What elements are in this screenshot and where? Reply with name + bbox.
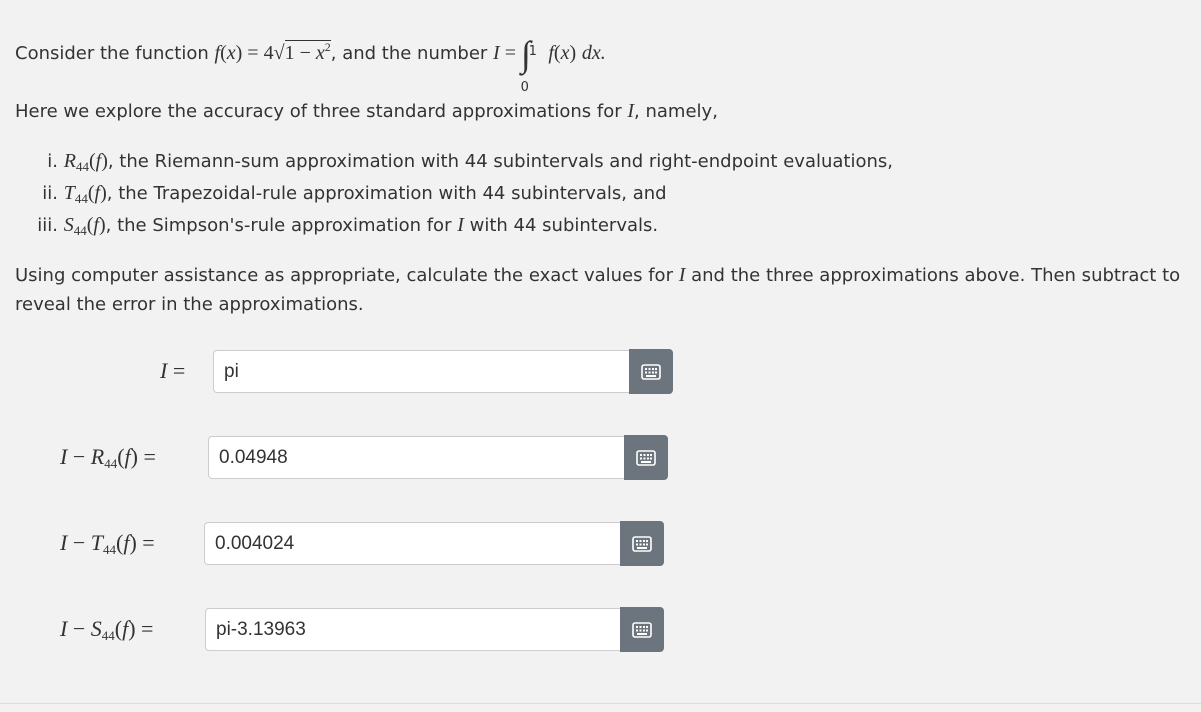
keyboard-icon [636, 449, 656, 466]
list-item: ii. T44(f), the Trapezoidal-rule approxi… [42, 182, 667, 206]
keyboard-icon [632, 535, 652, 552]
answer-S44-input[interactable] [205, 608, 622, 651]
keyboard-button-4[interactable] [620, 607, 664, 652]
instructions-line-1: Using computer assistance as appropriate… [15, 264, 1181, 286]
dx-text: dx. [581, 42, 606, 64]
and-number-text: , and the number [330, 43, 488, 64]
label-I-minus-R44: I − R44(f) = [60, 444, 156, 471]
instructions-line-2: reveal the error in the approximations. [15, 294, 364, 315]
consider-text: Consider the function [15, 43, 209, 64]
sqrt-expression: 1 − x2 [284, 40, 331, 64]
bottom-divider [0, 703, 1201, 704]
label-I-minus-T44: I − T44(f) = [60, 530, 155, 557]
answer-T44-input[interactable] [204, 522, 622, 565]
keyboard-button-1[interactable] [629, 349, 673, 394]
explore-paragraph: Here we explore the accuracy of three st… [15, 100, 718, 122]
answer-I-input[interactable] [213, 350, 631, 393]
list-item: i. R44(f), the Riemann-sum approximation… [47, 150, 893, 174]
function-definition: Consider the function f(x) = 4√1 − x2, a… [15, 32, 606, 95]
keyboard-icon [641, 363, 661, 380]
keyboard-icon [632, 621, 652, 638]
upper-limit: 1 [528, 44, 537, 59]
list-item: iii. S44(f), the Simpson's-rule approxim… [37, 214, 659, 238]
approximation-list: i. R44(f), the Riemann-sum approximation… [30, 146, 893, 242]
answer-R44-input[interactable] [208, 436, 626, 479]
keyboard-button-2[interactable] [624, 435, 668, 480]
label-I: I = [160, 358, 186, 383]
keyboard-button-3[interactable] [620, 521, 664, 566]
label-I-minus-S44: I − S44(f) = [60, 616, 154, 643]
